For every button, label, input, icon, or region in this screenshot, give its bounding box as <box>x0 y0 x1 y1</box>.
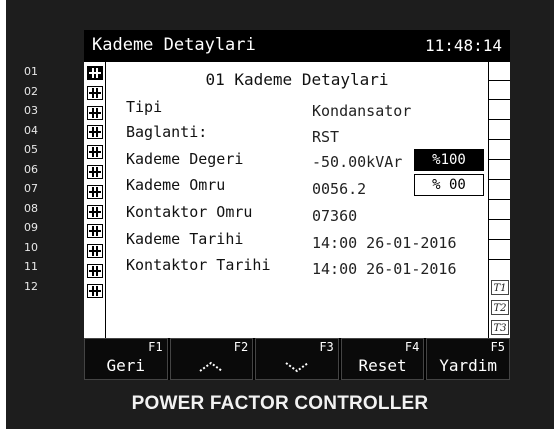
fkey-number: F1 <box>148 340 163 354</box>
field-value-connection: RST <box>312 128 340 146</box>
side-tag-column: T1 T2 T3 <box>488 62 510 338</box>
field-value-type: Kondansator <box>312 102 412 120</box>
tag-t2: T2 <box>491 300 509 315</box>
field-label-contactor-date: Kontaktor Tarihi <box>126 256 271 274</box>
row-number: 05 <box>24 143 38 156</box>
fkey-label: Reset <box>358 356 407 375</box>
field-value-step-date: 14:00 26-01-2016 <box>312 234 457 252</box>
row-number: 01 <box>24 65 38 78</box>
row-number: 07 <box>24 182 38 195</box>
field-label-step-date: Kademe Tarihi <box>126 230 244 248</box>
side-cell <box>489 219 510 239</box>
f2-up-button[interactable]: F2 <box>169 338 254 380</box>
f5-help-button[interactable]: F5 Yardim <box>426 338 510 380</box>
fkey-label: Yardim <box>439 356 498 375</box>
fkey-number: F5 <box>490 340 505 354</box>
f4-reset-button[interactable]: F4 Reset <box>340 338 425 380</box>
fkey-number: F3 <box>319 340 334 354</box>
title-bar: Kademe Detaylari 11:48:14 <box>84 30 510 62</box>
row-number: 10 <box>24 240 38 254</box>
side-cell <box>489 99 510 119</box>
detail-heading: 01 Kademe Detaylari <box>205 70 389 89</box>
step-indicator-column <box>84 62 106 338</box>
arrow-up-icon <box>199 361 223 372</box>
field-label-type: Tipi <box>126 98 163 116</box>
f1-back-button[interactable]: F1 Geri <box>84 338 168 380</box>
device-panel: 01 02 03 04 05 06 07 08 09 10 11 12 Kade… <box>6 0 554 429</box>
capacitor-step-icon <box>87 224 103 239</box>
row-number: 12 <box>24 279 38 293</box>
side-cell <box>489 179 510 199</box>
field-label-step-value: Kademe Degeri <box>126 150 244 168</box>
field-value-contactor-life: 07360 <box>312 207 358 225</box>
arrow-down-icon <box>285 362 309 373</box>
side-cell <box>489 239 510 259</box>
capacitor-step-icon <box>87 165 103 179</box>
brand-label: POWER FACTOR CONTROLLER <box>131 393 429 414</box>
side-cell <box>489 119 510 139</box>
function-key-bar: F1 Geri F2 F3 F4 Reset F5 Yardim <box>84 338 510 380</box>
percent-box-active[interactable]: %100 <box>414 149 484 171</box>
fkey-label: Geri <box>106 356 146 375</box>
row-number: 03 <box>24 104 38 117</box>
row-number: 06 <box>24 162 38 176</box>
capacitor-step-icon <box>87 145 103 160</box>
field-label-step-life: Kademe Omru <box>126 176 226 194</box>
f3-down-button[interactable]: F3 <box>255 338 339 380</box>
capacitor-step-icon <box>87 283 103 298</box>
row-number: 04 <box>24 123 38 137</box>
field-value-step-life: 0056.2 <box>312 180 367 198</box>
row-number: 02 <box>24 84 38 98</box>
fkey-number: F2 <box>233 340 249 354</box>
capacitor-step-icon <box>87 184 103 199</box>
tag-t1: T1 <box>491 280 509 295</box>
percent-box[interactable]: % 00 <box>414 174 484 196</box>
row-number: 08 <box>24 201 38 215</box>
tag-t3: T3 <box>491 320 509 335</box>
capacitor-step-icon <box>87 105 103 120</box>
capacitor-step-icon <box>87 264 103 278</box>
capacitor-step-icon <box>87 244 103 259</box>
row-numbers: 01 02 03 04 05 06 07 08 09 10 11 12 <box>24 62 60 296</box>
side-cell <box>489 259 510 279</box>
field-value-step-value: -50.00kVAr <box>312 153 403 171</box>
side-cell <box>489 139 510 159</box>
fkey-number: F4 <box>404 340 420 354</box>
field-value-contactor-date: 14:00 26-01-2016 <box>312 260 457 278</box>
screen-title: Kademe Detaylari <box>92 35 256 55</box>
clock: 11:48:14 <box>424 36 502 55</box>
row-number: 11 <box>24 260 38 273</box>
row-number: 09 <box>24 221 38 234</box>
field-label-connection: Baglanti: <box>126 123 208 141</box>
side-cell <box>489 199 510 219</box>
lcd-screen: Kademe Detaylari 11:48:14 T1 T2 T3 01 Ka <box>84 30 510 380</box>
capacitor-step-icon <box>87 125 103 140</box>
detail-panel: T1 T2 T3 01 Kademe Detaylari Tipi Kondan… <box>84 62 510 338</box>
side-cell <box>489 159 510 179</box>
capacitor-step-icon <box>87 204 103 219</box>
field-label-contactor-life: Kontaktor Omru <box>126 203 253 221</box>
